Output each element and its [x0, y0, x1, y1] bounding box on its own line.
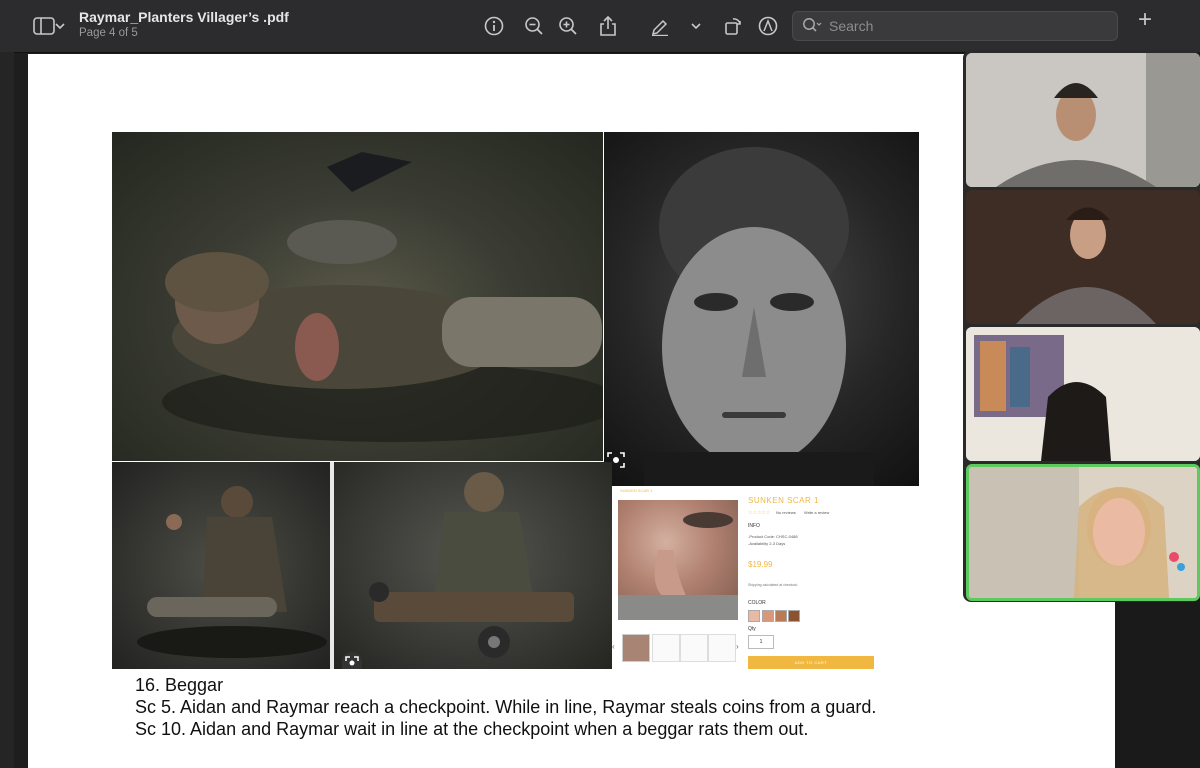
info-icon[interactable] [481, 13, 507, 39]
thumbnail-prev-icon[interactable]: ‹ [612, 642, 615, 651]
highlight-pen-icon[interactable] [647, 13, 673, 39]
color-swatch[interactable] [748, 610, 760, 622]
write-review-link[interactable]: Write a review [804, 510, 829, 515]
beggar-painting-image [112, 132, 603, 461]
participant-video-tile[interactable] [966, 190, 1200, 324]
zoom-in-icon[interactable] [555, 13, 581, 39]
title-bar: Raymar_Planters Villager’s .pdf Page 4 o… [0, 0, 1200, 53]
color-label: COLOR [748, 600, 766, 606]
search-icon [802, 17, 822, 38]
quantity-label: Qty [748, 626, 756, 632]
old-man-portrait-image [604, 132, 919, 486]
participant-video-tile-active-speaker[interactable] [966, 464, 1200, 601]
share-icon[interactable] [595, 13, 621, 39]
product-price: $19.99 [748, 560, 773, 569]
markup-icon[interactable] [755, 13, 781, 39]
cart-beggar-image [334, 462, 612, 669]
sidebar-edge [0, 52, 14, 768]
caption-scene: Sc 10. Aidan and Raymar wait in line at … [135, 719, 809, 739]
page-indicator: Page 4 of 5 [79, 27, 138, 39]
rotate-icon[interactable] [720, 13, 746, 39]
reviews-count: No reviews [776, 510, 796, 515]
color-swatch[interactable] [788, 610, 800, 622]
color-swatch[interactable] [775, 610, 787, 622]
add-tab-button[interactable]: + [1138, 6, 1152, 34]
product-thumbnail[interactable] [622, 634, 650, 662]
caption-heading: 16. Beggar [135, 675, 224, 695]
visual-lookup-icon[interactable] [342, 652, 362, 669]
shipping-note: Shipping calculated at checkout. [748, 583, 799, 587]
participant-video-tile[interactable] [966, 53, 1200, 187]
rating-stars: ☆☆☆☆☆ [748, 510, 771, 516]
product-breadcrumb: SUNKEN SCAR 1 [620, 488, 653, 493]
chevron-down-icon[interactable] [52, 13, 68, 39]
product-main-image [618, 500, 738, 620]
sitting-beggar-image [112, 462, 330, 669]
zoom-out-icon[interactable] [521, 13, 547, 39]
product-listing: SUNKEN SCAR 1 ‹ › SUNKEN SCAR 1 ☆☆☆☆☆ No… [612, 486, 919, 672]
search-field[interactable] [792, 11, 1118, 41]
product-code: -Product Code: CHSC-0488 [748, 534, 798, 539]
product-thumbnail[interactable] [652, 634, 680, 662]
thumbnail-next-icon[interactable]: › [736, 642, 739, 651]
quantity-input[interactable]: 1 [748, 635, 774, 649]
availability: -Availability 2-3 Days [748, 541, 786, 546]
add-to-cart-button[interactable]: ADD TO CART [748, 656, 874, 669]
product-title: SUNKEN SCAR 1 [748, 496, 819, 505]
caption-scene: Sc 5. Aidan and Raymar reach a checkpoin… [135, 697, 877, 717]
document-title: Raymar_Planters Villager’s .pdf [79, 9, 289, 25]
product-thumbnail[interactable] [708, 634, 736, 662]
page-caption: 16. Beggar Sc 5. Aidan and Raymar reach … [135, 674, 876, 740]
search-input[interactable] [827, 16, 1111, 36]
color-swatch[interactable] [762, 610, 774, 622]
product-thumbnail[interactable] [680, 634, 708, 662]
info-heading: INFO [748, 523, 760, 529]
participant-video-tile[interactable] [966, 327, 1200, 461]
chevron-down-icon[interactable] [688, 13, 704, 39]
